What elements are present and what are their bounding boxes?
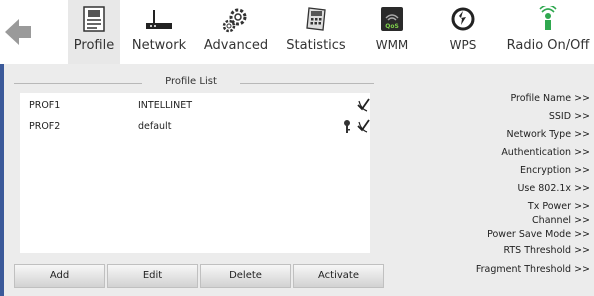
tab-label-radio: Radio On/Off [506,38,590,53]
statistics-icon [303,6,329,36]
detail-fragment-threshold: Fragment Threshold >> [475,264,590,275]
profile-name: PROF2 [29,121,61,132]
profile-name: PROF1 [29,100,61,111]
tab-advanced[interactable]: Advanced [203,0,269,64]
profile-list-title: Profile List [165,76,217,87]
activate-button[interactable]: Activate [293,264,384,288]
tab-wps[interactable]: WPS [438,0,488,64]
profile-list[interactable]: PROF1 INTELLINET PROF2 default [20,93,370,253]
delete-button[interactable]: Delete [200,264,291,288]
tab-radio-on-off[interactable]: Radio On/Off [505,0,591,64]
back-arrow-icon[interactable] [3,16,33,48]
profile-ssid: default [138,121,172,132]
wps-icon [451,6,475,36]
tab-label-network: Network [131,38,187,53]
profile-row[interactable]: PROF2 default [20,116,370,138]
profile-ssid: INTELLINET [138,100,193,111]
tab-wmm[interactable]: QoS WMM [372,0,412,64]
detail-ssid: SSID >> [548,111,590,122]
tab-statistics[interactable]: Statistics [283,0,349,64]
detail-use-8021x: Use 802.1x >> [517,183,590,194]
profile-row[interactable]: PROF1 INTELLINET [20,95,370,117]
network-icon [144,6,174,36]
radio-icon [538,4,558,36]
edit-button[interactable]: Edit [107,264,198,288]
detail-network-type: Network Type >> [506,129,590,140]
detail-authentication: Authentication >> [501,147,590,158]
tab-label-wps: WPS [449,38,477,52]
detail-power-save-mode: Power Save Mode >> [487,229,590,240]
detail-tx-power: Tx Power >> [527,201,590,212]
divider [14,83,142,84]
wmm-qos-icon: QoS [380,6,404,36]
add-button[interactable]: Add [14,264,105,288]
tab-label-advanced: Advanced [203,38,269,53]
tab-network[interactable]: Network [128,0,190,64]
detail-channel: Channel >> [532,215,590,226]
detail-rts-threshold: RTS Threshold >> [503,245,590,256]
active-check-icon [356,118,370,137]
detail-profile-name: Profile Name >> [510,93,590,104]
tab-label-profile: Profile [73,38,115,53]
profile-list-group: Profile List PROF1 INTELLINET PROF2 defa… [14,75,384,290]
active-check-icon [356,97,370,116]
profile-panel: Profile List PROF1 INTELLINET PROF2 defa… [4,64,594,296]
divider [240,83,374,84]
detail-encryption: Encryption >> [520,165,590,176]
tab-label-wmm: WMM [375,38,409,52]
tab-profile[interactable]: Profile [68,0,120,64]
security-key-icon [342,119,352,138]
tab-label-statistics: Statistics [286,38,346,53]
toolbar: Profile Network Advanced Statistics QoS … [0,0,594,64]
svg-text:QoS: QoS [385,23,399,30]
advanced-gear-icon [221,6,251,38]
profile-icon [83,6,105,36]
